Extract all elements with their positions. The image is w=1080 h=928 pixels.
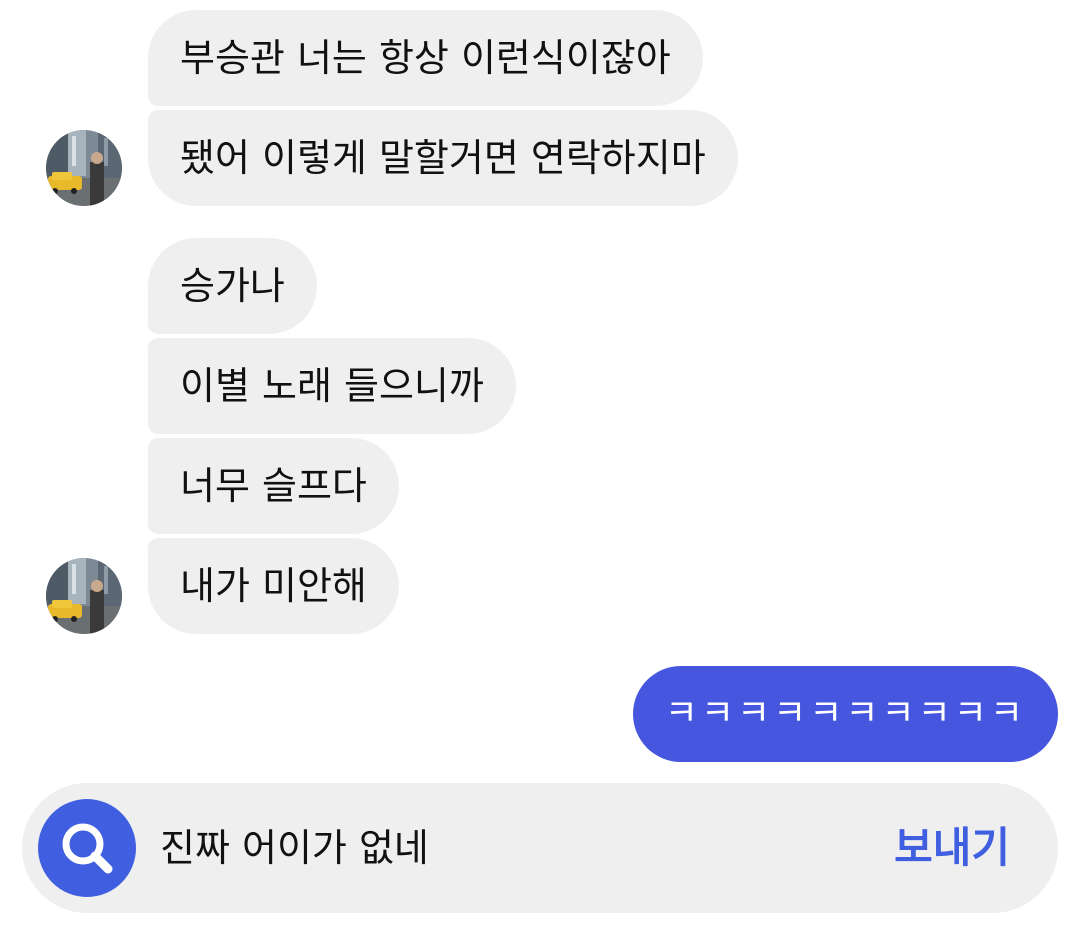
sent-message[interactable]: ㅋㅋㅋㅋㅋㅋㅋㅋㅋㅋ (632, 666, 1058, 762)
search-button[interactable] (38, 799, 136, 897)
received-message[interactable]: 이별 노래 들으니까 (148, 338, 516, 434)
contact-avatar[interactable] (46, 130, 122, 206)
received-message[interactable]: 너무 슬프다 (148, 438, 399, 534)
chat-screen: 부승관 너는 항상 이런식이잖아 됐어 이렇게 말할거면 연락하지마 승가나 이… (0, 0, 1080, 928)
message-input[interactable]: 진짜 어이가 없네 (160, 783, 429, 913)
received-message[interactable]: 부승관 너는 항상 이런식이잖아 (148, 10, 703, 106)
contact-avatar[interactable] (46, 558, 122, 634)
received-message[interactable]: 됐어 이렇게 말할거면 연락하지마 (148, 110, 738, 206)
message-composer: 진짜 어이가 없네 보내기 (22, 783, 1058, 913)
send-button[interactable]: 보내기 (894, 783, 1010, 913)
search-icon (62, 823, 113, 874)
received-message[interactable]: 내가 미안해 (148, 538, 399, 634)
received-message[interactable]: 승가나 (148, 238, 317, 334)
